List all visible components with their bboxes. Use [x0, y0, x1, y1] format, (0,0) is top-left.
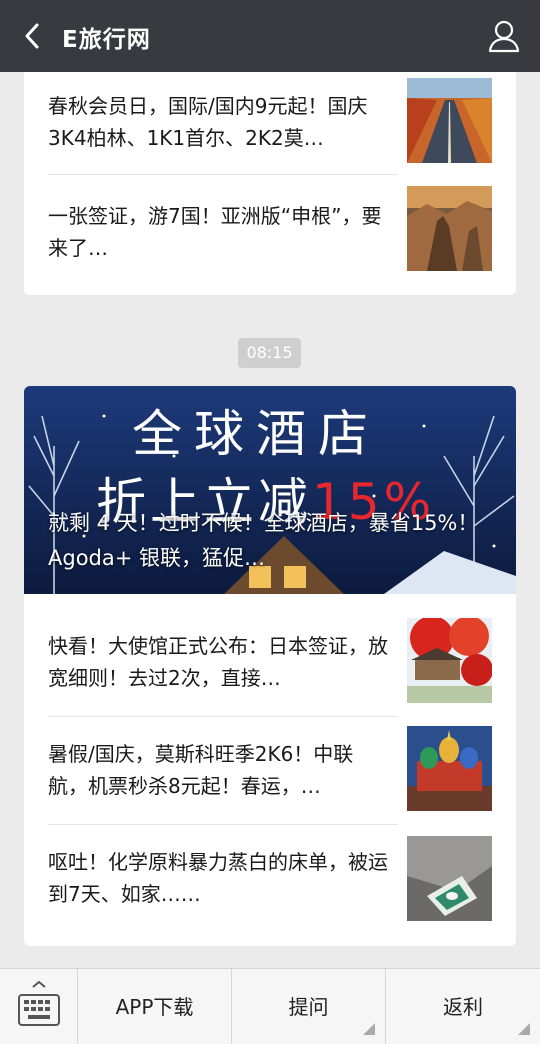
profile-button[interactable] [486, 18, 522, 54]
divider [48, 174, 398, 175]
page-title: E旅行网 [62, 27, 151, 53]
featured-article[interactable]: 全球酒店 折上立减15% 就剩 4 天！过时不候！全球酒店，暴省15%！Agod… [24, 386, 516, 594]
featured-article-title: 就剩 4 天！过时不候！全球酒店，暴省15%！Agoda+ 银联，猛促… [48, 511, 479, 570]
menu-label: 返利 [443, 995, 483, 1019]
keyboard-icon [18, 980, 60, 1026]
menu-label: 提问 [288, 995, 329, 1019]
menu-rebate[interactable]: 返利 [386, 969, 540, 1044]
menu-ask[interactable]: 提问 [232, 969, 386, 1044]
divider [48, 824, 398, 825]
submenu-indicator-icon [363, 1023, 375, 1035]
chevron-left-icon [25, 23, 39, 49]
bottom-menu-bar: APP下载 提问 返利 [0, 968, 540, 1044]
person-icon [488, 20, 520, 53]
article-thumbnail [407, 186, 492, 271]
article-item[interactable]: 暑假/国庆，莫斯科旺季2K6！中联航，机票秒杀8元起！春运，… [24, 718, 516, 826]
article-title: 暑假/国庆，莫斯科旺季2K6！中联航，机票秒杀8元起！春运，… [48, 742, 354, 798]
menu-label: APP下载 [115, 995, 194, 1019]
article-item[interactable]: 快看！大使馆正式公布：日本签证，放宽细则！去过2次，直接… [24, 610, 516, 718]
article-thumbnail [407, 836, 492, 921]
divider [48, 716, 398, 717]
article-thumbnail [407, 618, 492, 703]
article-card: 全球酒店 折上立减15% 就剩 4 天！过时不候！全球酒店，暴省15%！Agod… [24, 386, 516, 946]
article-item[interactable]: 一张签证，游7国！亚洲版“申根”，要来了… [24, 180, 516, 288]
article-title: 春秋会员日，国际/国内9元起！国庆3K4柏林、1K1首尔、2K2莫… [48, 94, 368, 150]
submenu-indicator-icon [518, 1023, 530, 1035]
keyboard-toggle-button[interactable] [0, 969, 78, 1044]
article-title: 一张签证，游7国！亚洲版“申根”，要来了… [48, 204, 382, 260]
menu-app-download[interactable]: APP下载 [78, 969, 232, 1044]
timestamp: 08:15 [238, 338, 301, 368]
back-button[interactable] [14, 16, 50, 56]
article-item[interactable]: 呕吐！化学原料暴力蒸白的床单，被运到7天、如家…… [24, 826, 516, 934]
article-card: 春秋会员日，国际/国内9元起！国庆3K4柏林、1K1首尔、2K2莫… 一张签证，… [24, 72, 516, 295]
article-item[interactable]: 春秋会员日，国际/国内9元起！国庆3K4柏林、1K1首尔、2K2莫… [24, 72, 516, 180]
top-bar: E旅行网 [0, 0, 540, 72]
article-title: 快看！大使馆正式公布：日本签证，放宽细则！去过2次，直接… [48, 634, 388, 690]
article-thumbnail [407, 78, 492, 163]
article-thumbnail [407, 726, 492, 811]
article-title: 呕吐！化学原料暴力蒸白的床单，被运到7天、如家…… [48, 850, 388, 906]
banner-headline: 全球酒店 [132, 405, 380, 463]
